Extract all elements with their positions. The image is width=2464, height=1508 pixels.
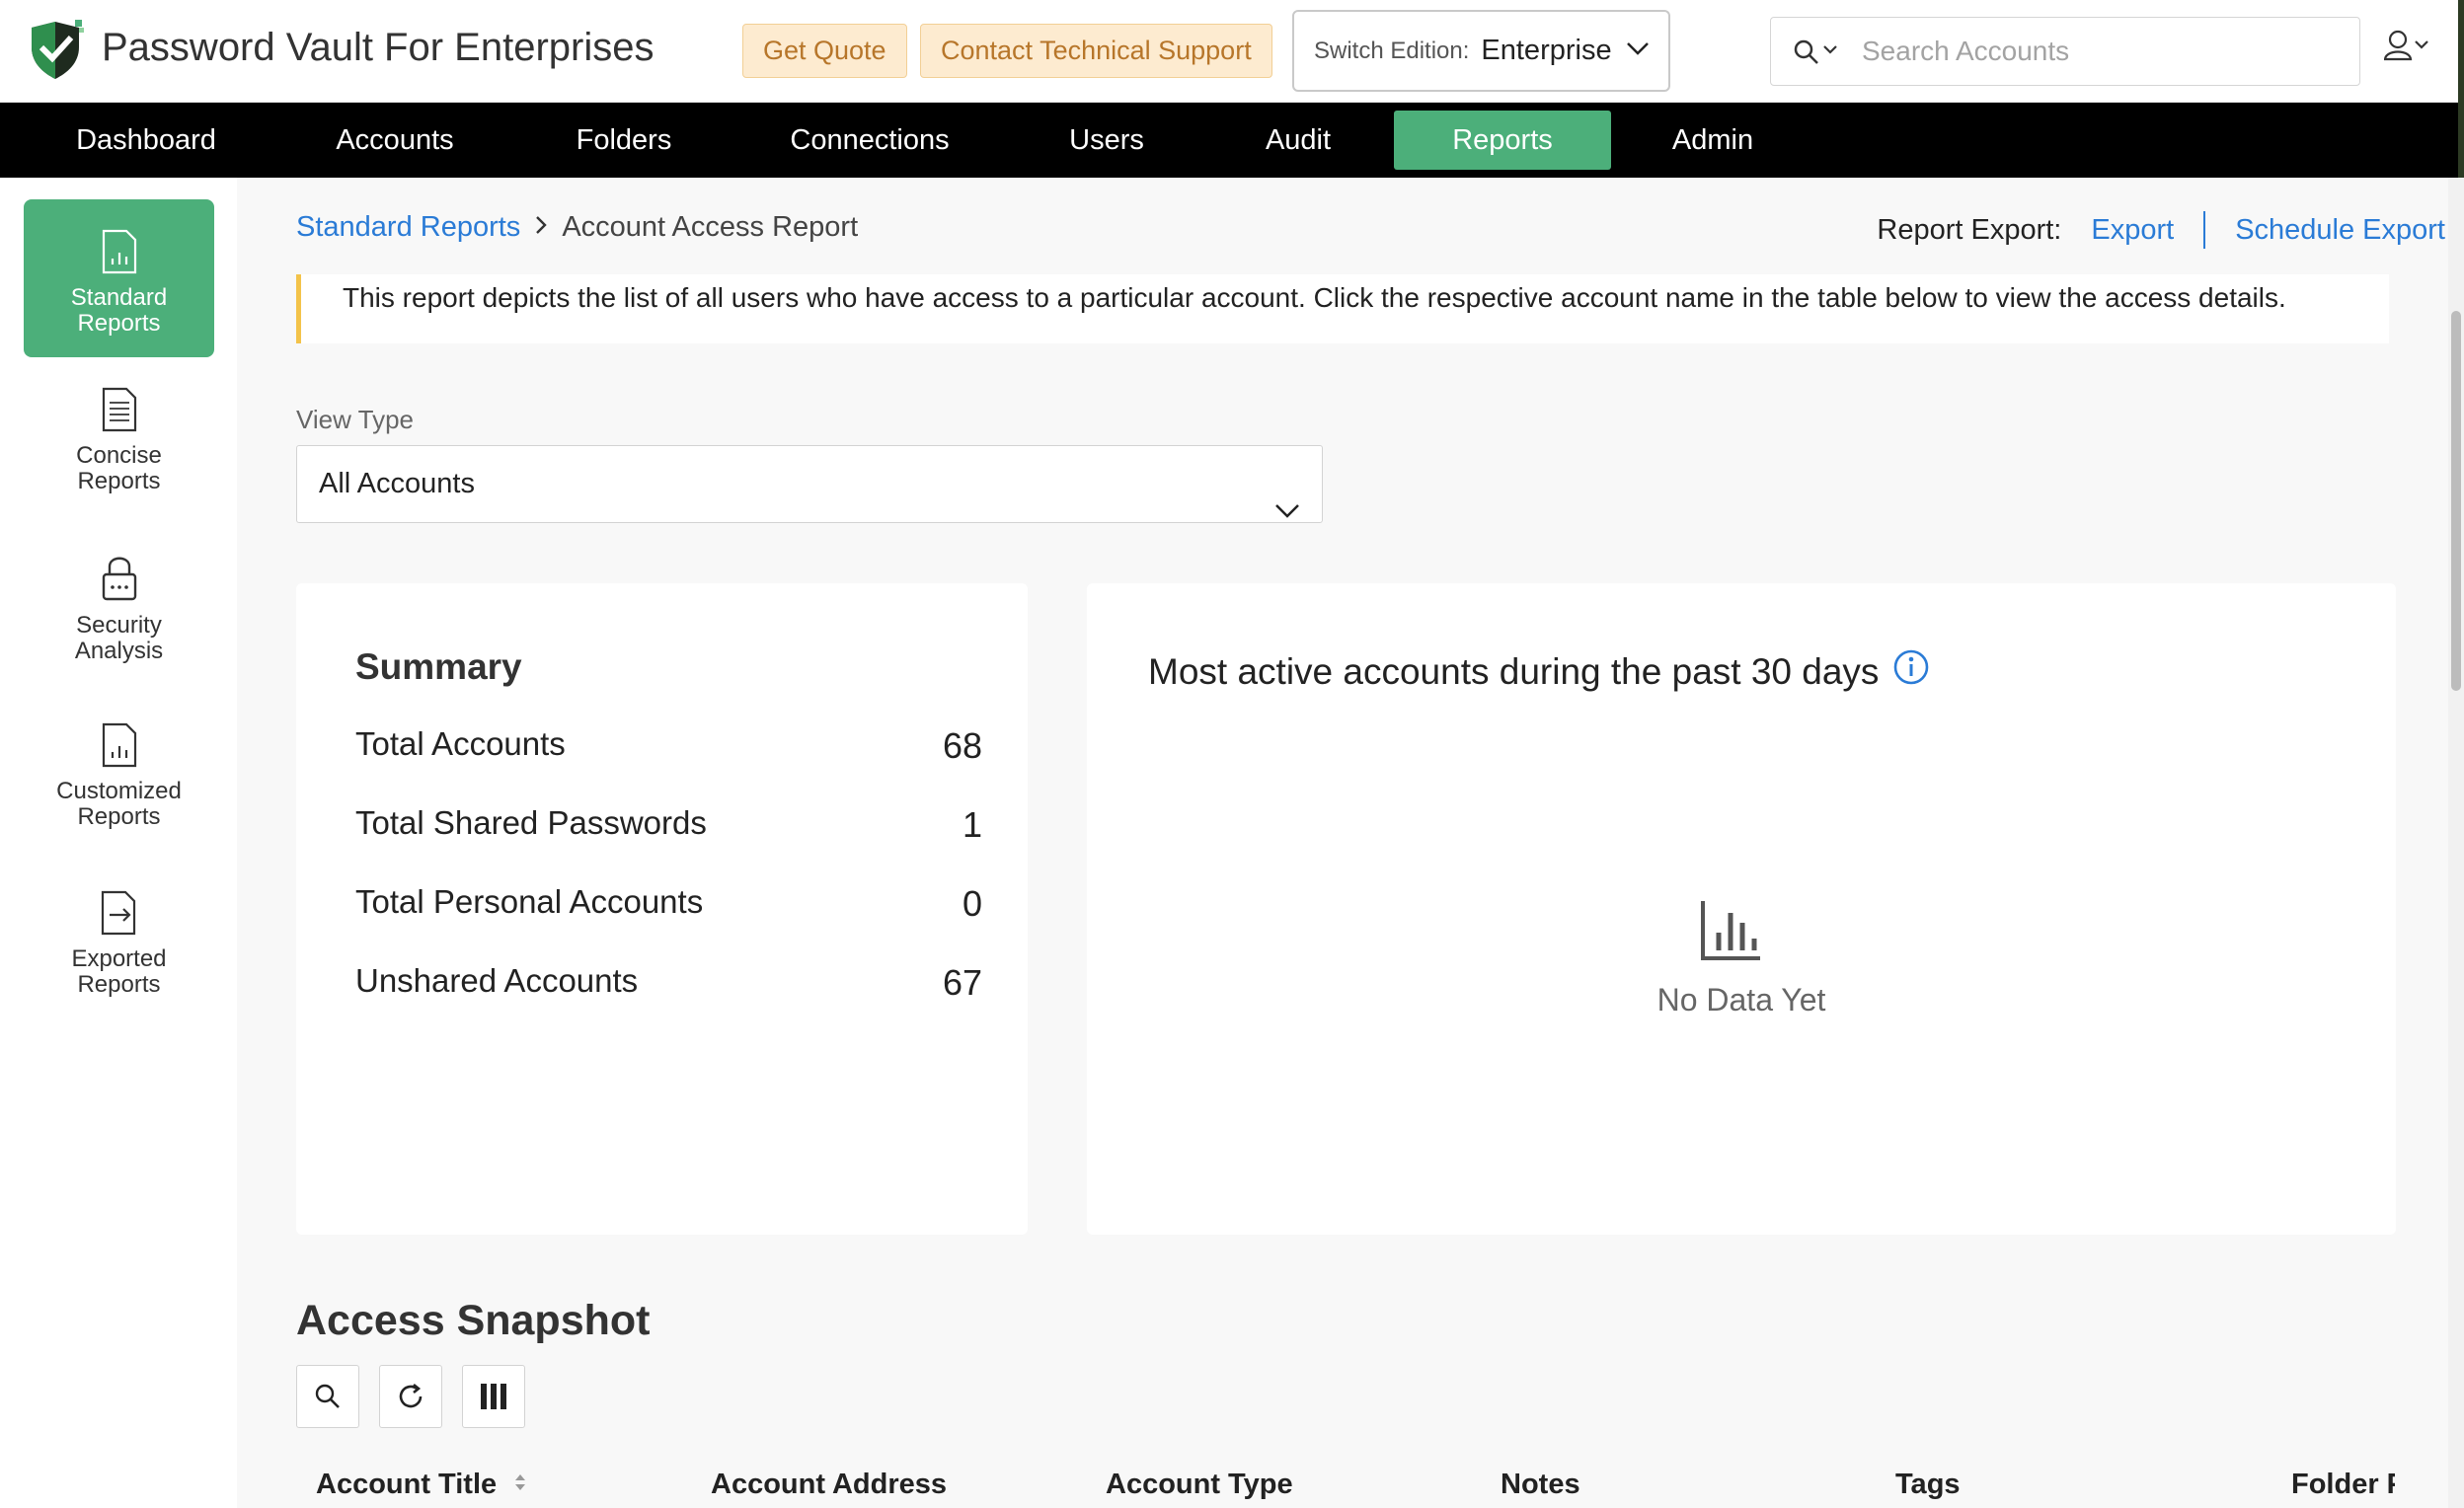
summary-label: Total Accounts bbox=[355, 725, 566, 762]
sidebar-label: Reports bbox=[77, 971, 161, 998]
summary-row: Total Shared Passwords 1 bbox=[355, 804, 982, 845]
table-columns-button[interactable] bbox=[462, 1365, 525, 1428]
refresh-icon bbox=[399, 1383, 423, 1408]
scrollbar[interactable] bbox=[2448, 178, 2464, 1508]
search-icon[interactable] bbox=[1793, 38, 1842, 71]
sidebar-item-security-analysis[interactable]: Security Analysis bbox=[24, 535, 214, 693]
nav-reports[interactable]: Reports bbox=[1394, 111, 1611, 170]
column-header-notes[interactable]: Notes bbox=[1501, 1469, 1580, 1501]
view-type-select[interactable]: All Accounts bbox=[296, 445, 1323, 523]
column-header-account-type[interactable]: Account Type bbox=[1106, 1469, 1293, 1501]
main-nav: Dashboard Accounts Folders Connections U… bbox=[0, 103, 2464, 178]
column-header-account-address[interactable]: Account Address bbox=[711, 1469, 947, 1501]
info-icon[interactable] bbox=[1892, 648, 1930, 695]
breadcrumb: Standard Reports Account Access Report bbox=[296, 211, 858, 244]
search-icon bbox=[315, 1384, 340, 1408]
nav-dashboard[interactable]: Dashboard bbox=[59, 111, 233, 170]
contact-support-button[interactable]: Contact Technical Support bbox=[920, 24, 1272, 78]
sidebar-item-customized-reports[interactable]: Customized Reports bbox=[24, 703, 214, 861]
sidebar-label: Reports bbox=[77, 310, 161, 337]
table-search-button[interactable] bbox=[296, 1365, 359, 1428]
summary-value: 68 bbox=[942, 725, 982, 766]
column-header-account-title[interactable]: Account Title bbox=[316, 1469, 528, 1502]
chevron-down-icon bbox=[1274, 474, 1300, 550]
report-icon bbox=[102, 722, 136, 768]
get-quote-button[interactable]: Get Quote bbox=[742, 24, 907, 78]
shield-logo-icon bbox=[28, 18, 87, 83]
bar-chart-icon bbox=[1699, 899, 1762, 967]
active-accounts-title-text: Most active accounts during the past 30 … bbox=[1148, 650, 1880, 692]
summary-row: Total Personal Accounts 0 bbox=[355, 883, 982, 924]
sidebar-item-concise-reports[interactable]: Concise Reports bbox=[24, 367, 214, 525]
main-content: Standard Reports Account Access Report R… bbox=[237, 178, 2464, 1508]
summary-label: Total Shared Passwords bbox=[355, 804, 707, 841]
summary-value: 0 bbox=[962, 883, 982, 924]
app-title: Password Vault For Enterprises bbox=[102, 26, 654, 69]
access-snapshot-title: Access Snapshot bbox=[296, 1297, 651, 1344]
nav-audit[interactable]: Audit bbox=[1244, 111, 1352, 170]
scrollbar-thumb[interactable] bbox=[2451, 311, 2461, 691]
sidebar-label: Concise bbox=[76, 442, 162, 469]
summary-card: Summary Total Accounts 68 Total Shared P… bbox=[296, 583, 1028, 1235]
summary-row: Unshared Accounts 67 bbox=[355, 962, 982, 1003]
sidebar-item-standard-reports[interactable]: Standard Reports bbox=[24, 199, 214, 357]
no-data-text: No Data Yet bbox=[1656, 982, 1826, 1018]
table-refresh-button[interactable] bbox=[379, 1365, 442, 1428]
document-icon bbox=[102, 387, 136, 432]
sidebar-label: Analysis bbox=[74, 638, 164, 664]
search-input[interactable] bbox=[1862, 32, 2336, 71]
summary-title: Summary bbox=[355, 646, 522, 687]
column-header-label: Account Title bbox=[316, 1469, 498, 1500]
sidebar: Standard Reports Concise Reports Securit… bbox=[0, 178, 237, 1508]
summary-value: 1 bbox=[962, 804, 982, 845]
summary-row: Total Accounts 68 bbox=[355, 725, 982, 766]
switch-edition-dropdown[interactable]: Switch Edition: Enterprise bbox=[1292, 10, 1670, 92]
sidebar-label: Reports bbox=[77, 468, 161, 494]
sidebar-label: Standard bbox=[70, 284, 168, 311]
report-export: Report Export: Export Schedule Export bbox=[1877, 211, 2445, 249]
report-description: This report depicts the list of all user… bbox=[296, 274, 2389, 343]
user-icon[interactable] bbox=[2383, 30, 2437, 74]
search-box bbox=[1770, 17, 2360, 86]
nav-connections[interactable]: Connections bbox=[780, 111, 960, 170]
sidebar-item-exported-reports[interactable]: Exported Reports bbox=[24, 870, 214, 1028]
sidebar-label: Exported bbox=[71, 945, 167, 972]
export-file-icon bbox=[101, 890, 135, 936]
sidebar-label: Customized bbox=[56, 778, 182, 804]
column-header-folder[interactable]: Folder P bbox=[2291, 1469, 2395, 1501]
summary-label: Unshared Accounts bbox=[355, 962, 639, 999]
sidebar-label: Reports bbox=[77, 803, 161, 830]
nav-accounts[interactable]: Accounts bbox=[316, 111, 474, 170]
sort-icon[interactable] bbox=[512, 1470, 528, 1502]
active-accounts-card: Most active accounts during the past 30 … bbox=[1087, 583, 2396, 1235]
edition-label: Switch Edition: bbox=[1314, 37, 1470, 64]
chevron-down-icon bbox=[1626, 40, 1650, 61]
breadcrumb-current: Account Access Report bbox=[562, 211, 859, 243]
view-type-value: All Accounts bbox=[319, 468, 475, 499]
edition-value: Enterprise bbox=[1481, 35, 1612, 66]
summary-label: Total Personal Accounts bbox=[355, 883, 704, 920]
nav-admin[interactable]: Admin bbox=[1660, 111, 1765, 170]
export-link[interactable]: Export bbox=[2091, 214, 2174, 247]
window-edge bbox=[2458, 0, 2464, 178]
breadcrumb-standard-reports[interactable]: Standard Reports bbox=[296, 211, 520, 244]
lock-icon bbox=[102, 557, 136, 601]
view-type-label: View Type bbox=[296, 405, 415, 434]
nav-folders[interactable]: Folders bbox=[553, 111, 695, 170]
column-header-tags[interactable]: Tags bbox=[1895, 1469, 1961, 1501]
divider bbox=[2203, 211, 2206, 249]
summary-value: 67 bbox=[942, 962, 982, 1003]
sidebar-label: Security bbox=[76, 612, 162, 639]
top-header: Password Vault For Enterprises Get Quote… bbox=[0, 0, 2464, 103]
chevron-right-icon bbox=[534, 211, 548, 244]
report-export-label: Report Export: bbox=[1877, 213, 2062, 246]
schedule-export-link[interactable]: Schedule Export bbox=[2235, 214, 2445, 247]
nav-users[interactable]: Users bbox=[1048, 111, 1165, 170]
report-icon bbox=[102, 229, 136, 274]
columns-icon bbox=[481, 1384, 506, 1409]
active-accounts-title: Most active accounts during the past 30 … bbox=[1148, 648, 1930, 695]
